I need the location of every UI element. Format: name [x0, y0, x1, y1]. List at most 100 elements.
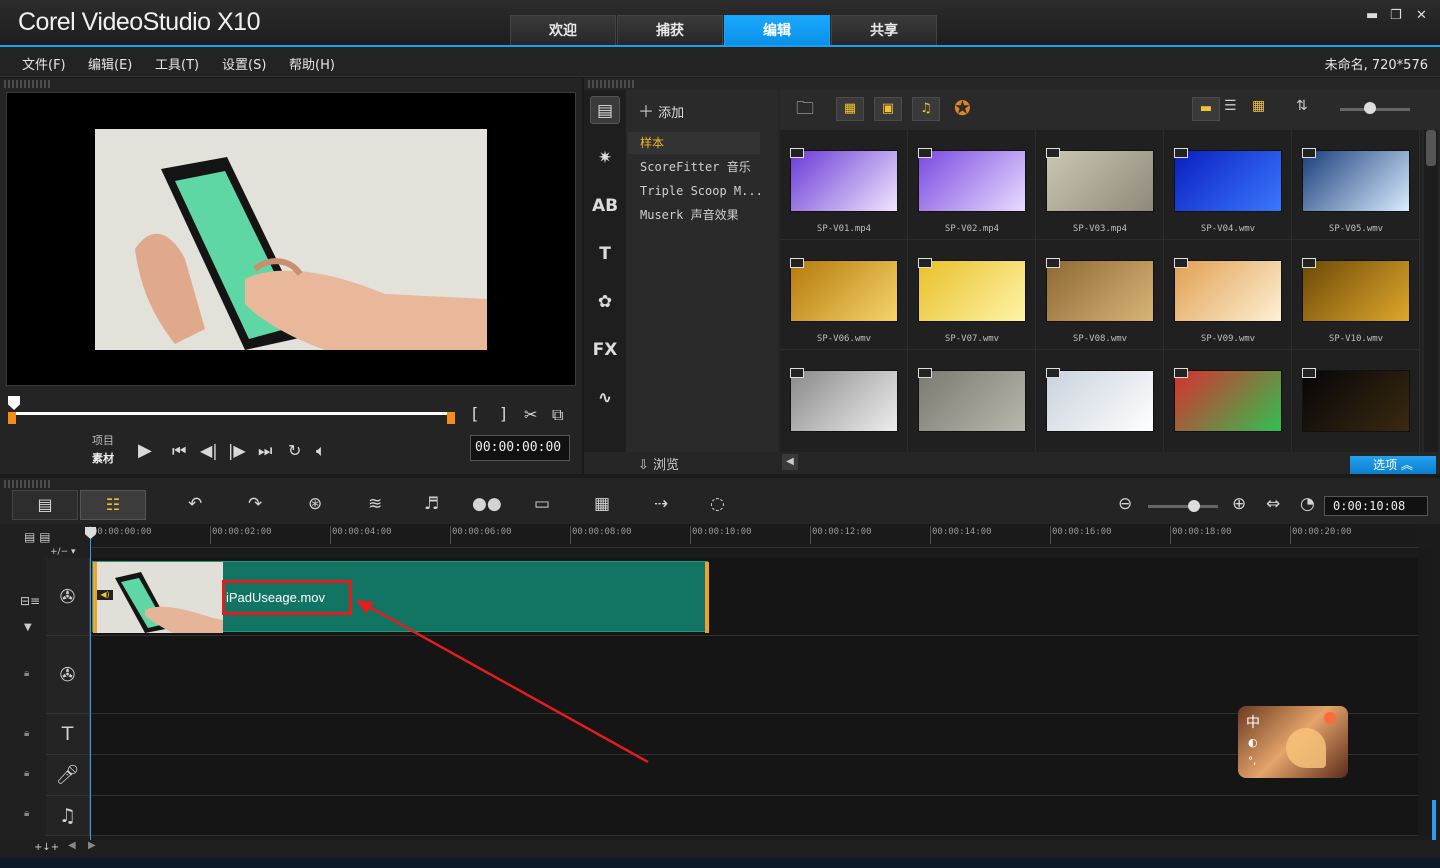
panel-grip[interactable]: [4, 480, 52, 488]
voice-track[interactable]: [46, 755, 1418, 796]
clip-trim-handle-left[interactable]: [93, 562, 97, 633]
redo-icon[interactable]: ↷: [248, 494, 262, 514]
thumbnail-item[interactable]: SP-V08.wmv: [1036, 240, 1164, 350]
repeat-icon[interactable]: ↻: [288, 441, 301, 460]
transition-icon[interactable]: AB: [590, 192, 620, 220]
thumbnail-item[interactable]: SP-V05.wmv: [1292, 130, 1420, 240]
menu-tools[interactable]: 工具(T): [155, 54, 199, 73]
track-manager-icon[interactable]: ▤ ▤: [24, 530, 51, 544]
auto-music-icon[interactable]: ♬: [424, 494, 439, 514]
thumbnail-item[interactable]: SP-V01.mp4: [780, 130, 908, 240]
previous-frame-icon[interactable]: ◀|: [200, 441, 218, 460]
folder-item-muserk[interactable]: Muserk 声音效果: [628, 204, 760, 226]
minimize-button[interactable]: ▬: [1366, 8, 1378, 23]
mark-out-button[interactable]: ]: [500, 404, 506, 423]
options-button[interactable]: 选项 ︽: [1350, 456, 1436, 474]
overlay-track-film-icon[interactable]: ✇: [46, 636, 90, 714]
thumbnail-view-icon[interactable]: ▦: [1252, 98, 1265, 114]
playhead-line[interactable]: [90, 530, 91, 840]
zoom-slider-knob[interactable]: [1188, 500, 1200, 512]
thumbnail-item[interactable]: [780, 350, 908, 452]
ripple-edit-icon[interactable]: ⊟≡: [20, 594, 40, 608]
thumbnail-item[interactable]: [908, 350, 1036, 452]
panel-grip[interactable]: [588, 80, 636, 88]
lock-icon[interactable]: 🔒︎: [24, 808, 29, 819]
filter-icon[interactable]: FX: [590, 336, 620, 364]
menu-help[interactable]: 帮助(H): [289, 54, 335, 73]
record-capture-icon[interactable]: ⊛: [308, 494, 322, 514]
thumbnail-item[interactable]: SP-V02.mp4: [908, 130, 1036, 240]
thumbnail-item[interactable]: [1164, 350, 1292, 452]
folder-icon[interactable]: 🗀︎: [796, 96, 814, 126]
library-scrollbar[interactable]: [1424, 130, 1438, 452]
panel-grip[interactable]: [4, 80, 52, 88]
clip-trim-handle-right[interactable]: [705, 562, 709, 633]
thumbnail-item[interactable]: SP-V10.wmv: [1292, 240, 1420, 350]
lock-icon[interactable]: 🔒︎: [24, 668, 29, 679]
overlay-track[interactable]: [46, 636, 1418, 714]
timecode-display[interactable]: 00:00:00:00: [470, 435, 570, 461]
sort-icon[interactable]: ⇅: [1296, 98, 1308, 114]
home-icon[interactable]: ⏮: [172, 441, 186, 461]
list-view-large-icon[interactable]: ▬: [1192, 97, 1220, 121]
show-videos-icon[interactable]: ▦: [836, 97, 864, 121]
play-icon[interactable]: ▶: [138, 440, 152, 461]
menu-file[interactable]: 文件(F): [22, 54, 66, 73]
title-track-icon[interactable]: T: [46, 714, 90, 755]
thumbnail-size-knob[interactable]: [1364, 102, 1376, 114]
thumbnail-item[interactable]: [1036, 350, 1164, 452]
mode-clip[interactable]: 素材: [92, 450, 114, 466]
undo-icon[interactable]: ↶: [188, 494, 202, 514]
title-track[interactable]: [46, 714, 1418, 755]
motion-tracking-icon[interactable]: ●●: [472, 494, 502, 514]
zoom-out-icon[interactable]: ⊖: [1118, 494, 1132, 514]
enlarge-preview-icon[interactable]: ⧉: [552, 405, 563, 425]
fit-to-window-icon[interactable]: ⇔: [1266, 494, 1280, 514]
scroll-right-icon[interactable]: ▶: [88, 840, 96, 851]
timeline-ruler[interactable]: 00:00:00:00 00:00:02:00 00:00:04:00 00:00:0…: [90, 524, 1418, 548]
zoom-slider[interactable]: [1148, 505, 1218, 508]
menu-edit[interactable]: 编辑(E): [88, 54, 132, 73]
thumbnail-item[interactable]: SP-V09.wmv: [1164, 240, 1292, 350]
time-remapping-icon[interactable]: ⇢: [654, 494, 668, 514]
tab-edit[interactable]: 编辑: [724, 15, 830, 46]
ime-moon-icon[interactable]: ◐: [1248, 736, 1258, 749]
scrubber-track[interactable]: [14, 412, 454, 415]
thumbnail-item[interactable]: SP-V04.wmv: [1164, 130, 1292, 240]
collapse-left-icon[interactable]: ◀: [782, 454, 798, 470]
next-frame-icon[interactable]: |▶: [228, 441, 246, 460]
mask-creator-icon[interactable]: ◌: [710, 494, 725, 514]
thumbnail-item[interactable]: SP-V06.wmv: [780, 240, 908, 350]
end-icon[interactable]: ⏭: [258, 441, 272, 461]
tab-share[interactable]: 共享: [831, 15, 937, 46]
close-button[interactable]: ✕: [1416, 8, 1427, 23]
tab-welcome[interactable]: 欢迎: [510, 15, 616, 46]
expand-track-chevron-icon[interactable]: ▼: [24, 622, 32, 633]
ime-widget[interactable]: 中 ◐ °,: [1238, 706, 1348, 778]
timeline-vertical-scrollbar[interactable]: [1418, 548, 1434, 836]
mode-project[interactable]: 项目: [92, 432, 114, 448]
scrubber-handle[interactable]: [8, 396, 20, 410]
add-remove-chapter-icon[interactable]: +/− ▾: [50, 547, 76, 557]
lock-icon[interactable]: 🔒︎: [24, 728, 29, 739]
multi-camera-icon[interactable]: ▦: [594, 494, 610, 514]
video-track-film-icon[interactable]: ✇: [46, 558, 90, 636]
thumbnail-item[interactable]: SP-V07.wmv: [908, 240, 1036, 350]
show-photos-icon[interactable]: ▣: [874, 97, 902, 121]
music-track[interactable]: [46, 796, 1418, 836]
mark-in-button[interactable]: [: [472, 404, 478, 423]
browse-button[interactable]: ⇩ 浏览: [638, 454, 679, 473]
timeline-view-icon[interactable]: ☷: [80, 490, 146, 520]
ime-orange-dot-icon[interactable]: [1324, 712, 1336, 724]
volume-icon[interactable]: 🔈︎: [316, 441, 326, 461]
show-audio-icon[interactable]: ♫: [912, 97, 940, 121]
list-view-icon[interactable]: ☰: [1224, 98, 1237, 114]
voice-track-mic-icon[interactable]: 🎤︎: [46, 755, 90, 796]
menu-settings[interactable]: 设置(S): [222, 54, 266, 73]
graphic-icon[interactable]: ✿: [590, 288, 620, 316]
folder-item-triple-scoop[interactable]: Triple Scoop M...: [628, 180, 760, 202]
folder-item-scorefitter[interactable]: ScoreFitter 音乐: [628, 156, 760, 178]
ime-punctuation-icon[interactable]: °,: [1248, 756, 1256, 767]
sound-mixer-icon[interactable]: ≋: [368, 494, 382, 514]
lock-icon[interactable]: 🔒︎: [24, 768, 29, 779]
